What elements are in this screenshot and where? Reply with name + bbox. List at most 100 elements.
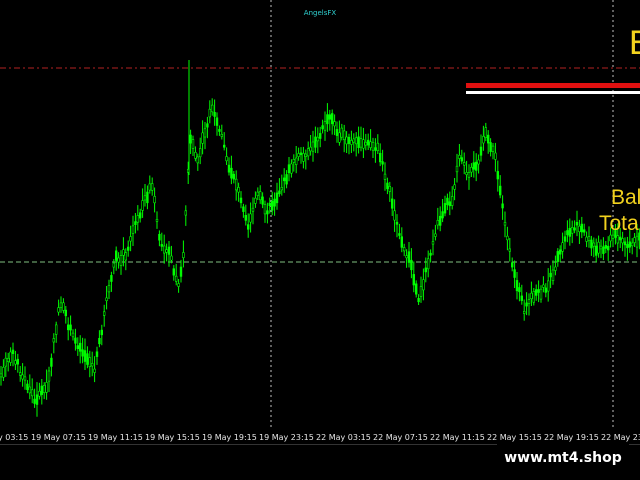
candle-body	[47, 370, 51, 382]
price-chart[interactable]: AngelsFX E Bal Tota	[0, 0, 640, 430]
candle-body	[602, 246, 605, 254]
time-tick: 22 May 19:15	[544, 433, 599, 442]
candle-body	[611, 234, 615, 239]
candle-body	[414, 283, 418, 295]
candle-body	[604, 245, 608, 249]
candle-body	[426, 258, 430, 270]
candle-body	[616, 235, 620, 244]
candle-body	[189, 134, 192, 144]
candle-body	[62, 302, 65, 311]
candle-body	[575, 222, 579, 226]
candle-body	[549, 272, 552, 278]
candle-body	[501, 203, 504, 209]
candle-body	[117, 257, 120, 263]
candle-body	[311, 141, 315, 152]
candle-body	[103, 311, 106, 316]
candle-body	[148, 183, 151, 191]
candle-body	[196, 156, 199, 164]
candle-body	[261, 196, 264, 205]
candle-body	[462, 162, 466, 166]
candle-body	[59, 302, 63, 308]
candle-body	[609, 234, 612, 242]
candle-body	[448, 201, 451, 207]
candle-body	[554, 266, 557, 271]
time-axis: y 03:15 19 May 07:15 19 May 11:15 19 May…	[0, 430, 640, 444]
candle-body	[254, 197, 257, 204]
candle-body	[486, 134, 490, 144]
candle-body	[412, 274, 415, 286]
candle-body	[285, 174, 288, 185]
candle-body	[455, 165, 459, 173]
candle-body	[352, 138, 355, 143]
candle-body	[179, 266, 183, 277]
candle-body	[153, 196, 156, 204]
total-label: Tota	[599, 212, 639, 235]
candle-body	[57, 307, 60, 313]
candle-body	[244, 215, 247, 221]
candle-body	[635, 235, 639, 248]
candle-body	[498, 185, 502, 196]
candle-body	[35, 394, 39, 405]
candle-body	[525, 302, 528, 307]
candle-body	[621, 238, 624, 244]
candle-body	[299, 152, 303, 156]
candle-body	[527, 299, 531, 304]
candle-body	[146, 191, 149, 204]
candle-body	[357, 136, 360, 149]
candle-body	[86, 353, 89, 365]
candle-body	[93, 368, 96, 373]
candle-body	[163, 245, 166, 254]
candle-body	[247, 224, 250, 230]
candle-body	[225, 156, 228, 162]
candle-body	[374, 147, 377, 151]
candle-body	[378, 153, 382, 163]
candle-body	[470, 167, 473, 173]
candle-body	[45, 382, 48, 393]
candlestick-chart[interactable]	[0, 0, 640, 430]
candle-body	[218, 129, 221, 132]
candle-body	[323, 121, 327, 131]
candle-body	[570, 227, 574, 234]
candle-body	[141, 200, 144, 211]
candle-body	[354, 137, 358, 145]
candle-body	[235, 178, 238, 191]
candle-body	[119, 255, 123, 266]
time-tick: 22 May 15:15	[487, 433, 542, 442]
candle-body	[194, 152, 197, 159]
time-tick: 19 May 15:15	[145, 433, 200, 442]
white-progress-bar	[466, 91, 640, 94]
candle-body	[131, 225, 135, 234]
candle-body	[98, 337, 101, 345]
candle-body	[491, 145, 495, 152]
candle-body	[76, 345, 80, 350]
candle-body	[206, 123, 209, 128]
candle-body	[407, 251, 411, 263]
candle-body	[431, 241, 435, 245]
candle-body	[182, 252, 185, 258]
candle-body	[270, 200, 274, 211]
candle-body	[263, 204, 267, 215]
candle-body	[340, 127, 343, 138]
candle-body	[199, 148, 202, 158]
candle-body	[292, 159, 295, 163]
candle-body	[453, 184, 456, 190]
candle-body	[585, 236, 588, 242]
candle-body	[316, 136, 319, 142]
candle-body	[479, 146, 483, 156]
time-tick: 19 May 19:15	[202, 433, 257, 442]
candle-body	[107, 284, 111, 293]
candle-body	[496, 171, 499, 180]
candle-body	[386, 182, 389, 190]
candle-body	[251, 207, 255, 212]
candle-body	[518, 287, 521, 293]
candle-body	[211, 104, 214, 113]
candle-body	[9, 351, 12, 363]
candle-body	[458, 155, 461, 159]
candle-body	[220, 134, 223, 137]
candle-body	[494, 152, 497, 160]
candle-body	[436, 220, 439, 226]
candle-body	[350, 140, 353, 145]
overlay-big-letter: E	[629, 26, 640, 60]
candle-body	[446, 197, 449, 206]
candle-body	[83, 350, 87, 362]
